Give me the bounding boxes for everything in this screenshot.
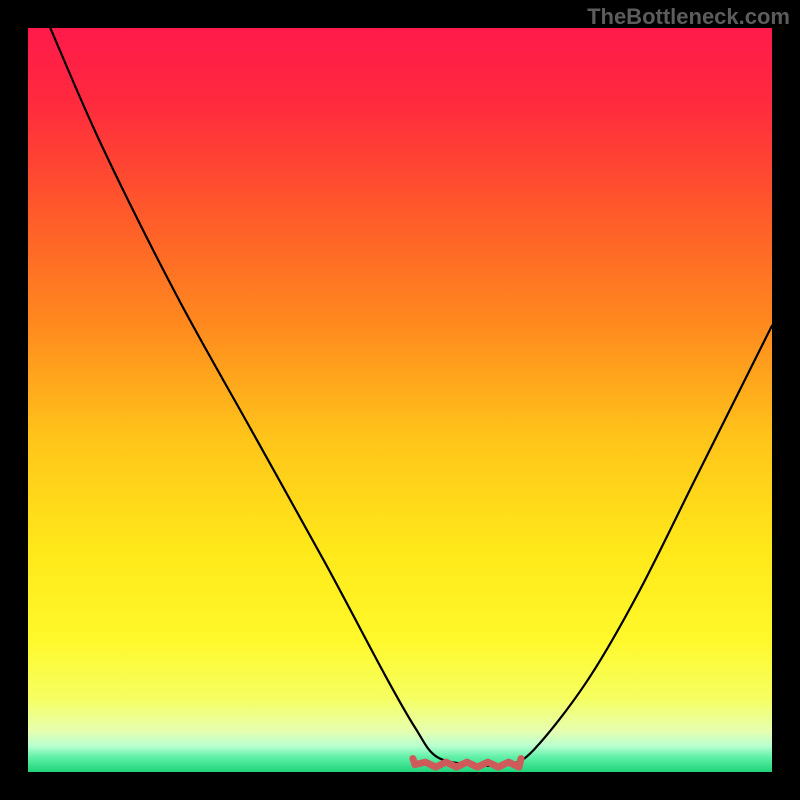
watermark-text: TheBottleneck.com bbox=[587, 4, 790, 30]
bottleneck-curve bbox=[50, 28, 772, 766]
flat-region-marker bbox=[413, 759, 521, 768]
curve-layer bbox=[28, 28, 772, 772]
chart-frame: TheBottleneck.com bbox=[0, 0, 800, 800]
